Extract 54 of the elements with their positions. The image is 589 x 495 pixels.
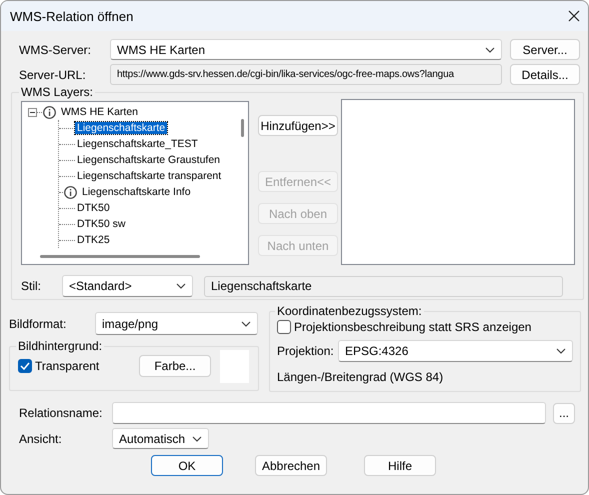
- field-label: WMS-Server:: [19, 42, 92, 56]
- color-button[interactable]: Farbe...: [139, 355, 211, 377]
- checkbox[interactable]: [18, 359, 32, 373]
- chevron-down-icon: [485, 46, 495, 52]
- projection-description: Längen-/Breitengrad (WGS 84): [277, 370, 444, 384]
- chevron-down-icon: [176, 283, 186, 289]
- tree-item[interactable]: WMS HE Karten: [59, 106, 140, 118]
- dialog-button[interactable]: OK: [151, 455, 223, 476]
- scrollbar-thumb[interactable]: [40, 255, 200, 258]
- list-button[interactable]: Hinzufügen>>: [258, 115, 338, 136]
- tree-item[interactable]: Liegenschaftskarte Graustufen: [75, 154, 222, 166]
- tree-item[interactable]: DTK25: [75, 234, 112, 246]
- checkbox[interactable]: [277, 320, 291, 334]
- tree-item[interactable]: Liegenschaftskarte: [75, 122, 168, 134]
- tree-item[interactable]: DTK50: [75, 202, 112, 214]
- layer-name-field: Liegenschaftskarte: [204, 276, 563, 296]
- tree-item[interactable]: DTK50 sw: [75, 218, 128, 230]
- dialog-button[interactable]: Hilfe: [364, 455, 436, 476]
- scrollbar-thumb[interactable]: [241, 119, 244, 137]
- field-label: Server-URL:: [19, 68, 87, 82]
- chevron-down-icon: [556, 348, 566, 354]
- chevron-down-icon: [241, 320, 251, 326]
- checkbox-label: Projektionsbeschreibung statt SRS anzeigen: [294, 320, 532, 334]
- tree-item[interactable]: Liegenschaftskarte Info: [80, 186, 193, 198]
- view-dropdown[interactable]: Automatisch: [112, 428, 209, 449]
- field-label: Bildformat:: [9, 316, 68, 330]
- relation-name-field[interactable]: [112, 402, 546, 424]
- tree-item[interactable]: Liegenschaftskarte transparent: [75, 170, 224, 182]
- field-label: Projektion:: [277, 344, 335, 358]
- server-dropdown[interactable]: WMS HE Karten: [110, 39, 502, 60]
- format-dropdown[interactable]: image/png: [95, 312, 258, 335]
- info-icon: [64, 186, 77, 198]
- chevron-down-icon: [192, 436, 202, 442]
- selected-layers-list[interactable]: [341, 99, 575, 265]
- dialog-button[interactable]: Abbrechen: [255, 455, 327, 476]
- field-label: Ansicht:: [19, 432, 63, 446]
- tree-item[interactable]: Liegenschaftskarte_TEST: [75, 138, 200, 150]
- group-label: Bildhintergrund:: [17, 339, 104, 353]
- field-label: Relationsname:: [19, 406, 104, 420]
- layer-tree[interactable]: WMS HE Karten Liegenschaftskarte Liegenschaftskarte_TEST Liegenschaftskarte Graustufen Liegenschaftskarte transparent Liegenschaftskarte Info DTK50 DTK50 sw DTK25: [21, 101, 249, 265]
- style-dropdown[interactable]: <Standard>: [62, 275, 193, 297]
- close-icon[interactable]: [568, 10, 580, 22]
- group-label: WMS Layers:: [20, 85, 94, 99]
- window-title: WMS-Relation öffnen: [10, 8, 134, 24]
- details-button[interactable]: Details...: [510, 64, 580, 85]
- field-label: Stil:: [21, 279, 42, 293]
- checkbox-label: Transparent: [35, 359, 100, 373]
- collapse-icon[interactable]: [28, 108, 37, 116]
- info-icon: [43, 106, 56, 118]
- server-button[interactable]: Server...: [510, 39, 580, 60]
- group-label: Koordinatenbezugssystem:: [276, 304, 423, 318]
- projection-dropdown[interactable]: EPSG:4326: [338, 340, 573, 362]
- url-field[interactable]: https://www.gds-srv.hessen.de/cgi-bin/lika-services/ogc-free-maps.ows?langua: [110, 64, 502, 85]
- browse-button[interactable]: ...: [553, 402, 575, 424]
